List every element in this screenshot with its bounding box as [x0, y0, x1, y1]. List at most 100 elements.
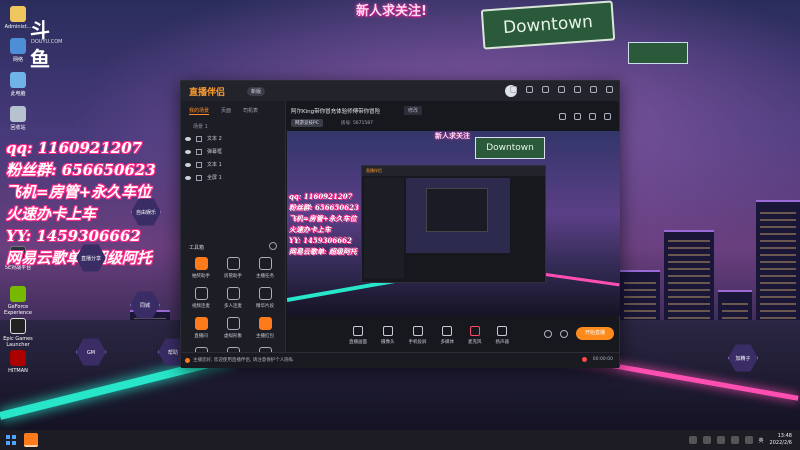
maximize-icon[interactable]	[590, 86, 597, 93]
minimize-icon[interactable]	[574, 86, 581, 93]
left-panel: 我的场景 页面 司机表 场景 1 文本 2 弹幕框 文本 1 全屏 1 工具箱 …	[181, 101, 286, 368]
taskbar-app-icon[interactable]	[24, 433, 38, 447]
live-screen-button[interactable]: 直播画面	[349, 325, 367, 345]
hitman-icon	[10, 350, 26, 366]
desktop-icon-epic[interactable]: Epic Games Launcher	[3, 318, 33, 348]
multimedia-button[interactable]: 多媒体	[441, 325, 454, 345]
screen-icon	[353, 325, 363, 336]
bottom-toolbar: 直播画面 摄像头 手机投屏 多媒体 麦克风 扬声器 开始直播	[287, 319, 620, 351]
tool-multi-link[interactable]: 多人连麦	[217, 287, 249, 309]
live-timer: 00:00:00	[592, 357, 613, 362]
settings-icon[interactable]	[542, 86, 549, 93]
layer-item[interactable]: 全屏 1	[181, 171, 285, 184]
media-icon	[442, 325, 453, 336]
tool-highlights[interactable]: 精华片段	[249, 287, 281, 309]
eye-icon[interactable]	[185, 149, 191, 154]
share-icon[interactable]	[559, 113, 566, 120]
nested-preview-window: 直播伴侣	[361, 165, 546, 283]
category-badge[interactable]: 网游竞技PC	[291, 119, 323, 127]
input-language[interactable]: 英	[759, 437, 764, 444]
tab-driver[interactable]: 司机表	[243, 107, 258, 115]
lock-icon[interactable]	[574, 113, 581, 120]
tray-app-icon[interactable]	[688, 436, 697, 444]
desktop-icon-administrator[interactable]: Administ...	[3, 6, 33, 30]
tab-pages[interactable]: 页面	[221, 107, 231, 115]
skin-icon[interactable]	[526, 86, 533, 93]
eye-icon[interactable]	[185, 162, 191, 167]
red-packet-icon	[258, 317, 272, 330]
phone-cast-button[interactable]: 手机投屏	[409, 325, 427, 345]
admin-icon	[226, 257, 240, 270]
eye-icon[interactable]	[185, 136, 191, 141]
app-logo: 直播伴侣	[189, 88, 226, 98]
avatar-icon	[226, 317, 240, 330]
desktop-icon-hitman[interactable]: HITMAN	[3, 350, 33, 374]
recycle-bin-icon	[10, 106, 26, 122]
tool-avatar[interactable]: 虚拟形象	[217, 317, 249, 339]
status-bar: 主播您好, 欢迎使用直播伴侣, 请注意保护个人隐私 00:00:00	[181, 352, 619, 368]
settings-icon[interactable]	[560, 329, 568, 338]
computer-icon	[10, 72, 26, 88]
title-bar: 直播伴侣 新版	[181, 81, 619, 101]
nested-left-panel	[364, 178, 404, 278]
layout-icon[interactable]	[589, 113, 596, 120]
tool-red-packet[interactable]: 主播红包	[249, 317, 281, 339]
volume-icon[interactable]	[744, 436, 753, 444]
tray-app-icon[interactable]	[716, 436, 725, 444]
tool-tasks[interactable]: 主播任务	[249, 257, 281, 279]
camera-button[interactable]: 摄像头	[381, 325, 395, 345]
tray-app-icon[interactable]	[702, 436, 711, 444]
camera-icon	[382, 325, 393, 336]
windows-start-icon[interactable]	[6, 435, 16, 445]
message-icon[interactable]	[510, 86, 517, 93]
version-badge[interactable]: 新版	[247, 87, 266, 96]
system-tray: 英 13:48 2022/2/6	[688, 433, 792, 447]
mic-icon	[469, 325, 480, 336]
desktop-icon-computer[interactable]: 此电脑	[3, 72, 33, 97]
toolbox-title: 工具箱	[189, 245, 205, 251]
record-icon	[581, 357, 587, 362]
room-title: 阿尔King带你冒充体验师傅带你冒险	[291, 109, 381, 115]
network-icon	[10, 38, 26, 54]
nested-title: 直播伴侣	[362, 166, 545, 176]
tool-live-room[interactable]: 直播间	[185, 317, 217, 339]
menu-icon[interactable]	[558, 86, 565, 93]
epic-games-icon	[10, 318, 26, 334]
tool-room-admin[interactable]: 房管助手	[217, 257, 249, 279]
phone-icon	[412, 325, 423, 336]
start-live-button[interactable]: 开始直播	[576, 327, 614, 340]
screen-icon	[196, 174, 202, 181]
tool-lottery[interactable]: 抽奖助手	[185, 257, 217, 279]
stream-preview[interactable]: 新人求关注 Downtown qq: 1160921207 粉丝群: 65665…	[287, 131, 620, 316]
network-icon[interactable]	[730, 436, 739, 444]
mic-button[interactable]: 麦克风	[468, 325, 482, 345]
streaming-app-window: 直播伴侣 新版 我的场景 页面 司机表 场景 1 文本 2 弹幕框 文本 1 全…	[180, 80, 620, 368]
edit-title-button[interactable]: 修改	[404, 106, 423, 115]
eye-icon[interactable]	[544, 329, 552, 338]
preview-follow-banner: 新人求关注	[435, 132, 470, 140]
clock[interactable]: 13:48 2022/2/6	[770, 433, 792, 447]
eye-icon[interactable]	[185, 175, 191, 180]
new-follow-banner: 新人求关注!	[356, 4, 427, 19]
info-icon	[185, 358, 190, 363]
gear-icon[interactable]	[269, 242, 277, 250]
close-icon[interactable]	[606, 86, 613, 93]
layer-item[interactable]: 文本 1	[181, 158, 285, 171]
speaker-button[interactable]: 扬声器	[496, 325, 509, 345]
scene-header[interactable]: 场景 1	[181, 121, 285, 132]
room-meta: 房号: 5671587	[341, 121, 373, 126]
people-icon	[226, 287, 240, 300]
desktop-icon-geforce[interactable]: GeForce Experience	[3, 286, 33, 316]
layer-item[interactable]: 文本 2	[181, 132, 285, 145]
layer-item[interactable]: 弹幕框	[181, 145, 285, 158]
douyu-site: DOUYU.COM	[31, 39, 63, 45]
text-icon	[196, 161, 202, 168]
desktop-icon-recycle-bin[interactable]: 回收站	[3, 106, 33, 131]
danmaku-icon	[196, 148, 202, 155]
preview-road-sign: Downtown	[475, 137, 545, 159]
settings-icon[interactable]	[604, 113, 611, 120]
tab-my-scene[interactable]: 我的场景	[189, 107, 210, 115]
desktop-icon-network[interactable]: 网络	[3, 38, 33, 63]
room-icon	[194, 317, 208, 330]
tool-video-link[interactable]: 视频连麦	[185, 287, 217, 309]
